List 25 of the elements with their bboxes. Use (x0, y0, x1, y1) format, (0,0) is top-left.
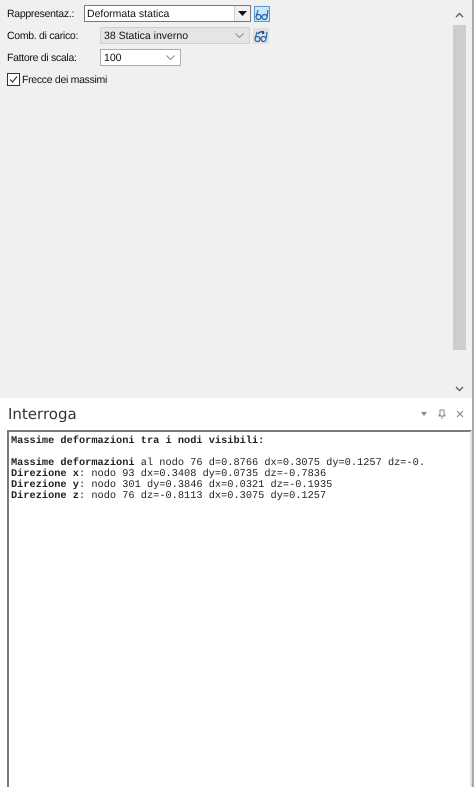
output-line: Direzione y: nodo 301 dy=0.3846 dx=0.0321 dz=-0.1935 (11, 480, 334, 491)
view-button[interactable] (253, 28, 269, 44)
panel-title: Interroga (8, 405, 77, 423)
pin-icon[interactable] (438, 408, 446, 420)
output-line: Direzione z: nodo 76 dz=-0.8113 dx=0.3075 dy=0.1257 (11, 491, 328, 502)
close-icon[interactable] (456, 410, 464, 418)
output-line: Direzione x: nodo 93 dx=0.3408 dy=0.0735 dz=-0.7836 (11, 469, 326, 480)
field-label: Fattore di scala: (7, 52, 78, 64)
checkbox[interactable] (7, 73, 20, 86)
scrollbar-thumb[interactable] (452, 25, 466, 350)
chevron-icon (166, 55, 175, 60)
dropdown-icon[interactable] (420, 411, 428, 417)
dropdown[interactable]: Deformata statica (84, 5, 251, 22)
glasses-icon (254, 28, 268, 42)
dropdown[interactable]: 100 (100, 49, 181, 66)
scroll-up-icon[interactable] (454, 12, 464, 18)
dropdown[interactable]: 38 Statica inverno (100, 27, 250, 44)
field-label: Rappresentaz.: (7, 8, 76, 20)
scroll-down-icon[interactable] (454, 386, 464, 392)
checkbox-label: Frecce dei massimi (22, 74, 108, 86)
view-button[interactable] (254, 6, 270, 22)
output-line: Massime deformazioni tra i nodi visibili: (11, 436, 266, 447)
field-label: Comb. di carico: (7, 30, 80, 42)
chevron-icon (235, 33, 244, 38)
output-line: Massime deformazioni al nodo 76 d=0.8766 dx=0.3075 dy=0.1257 dz=-0. (11, 458, 426, 469)
